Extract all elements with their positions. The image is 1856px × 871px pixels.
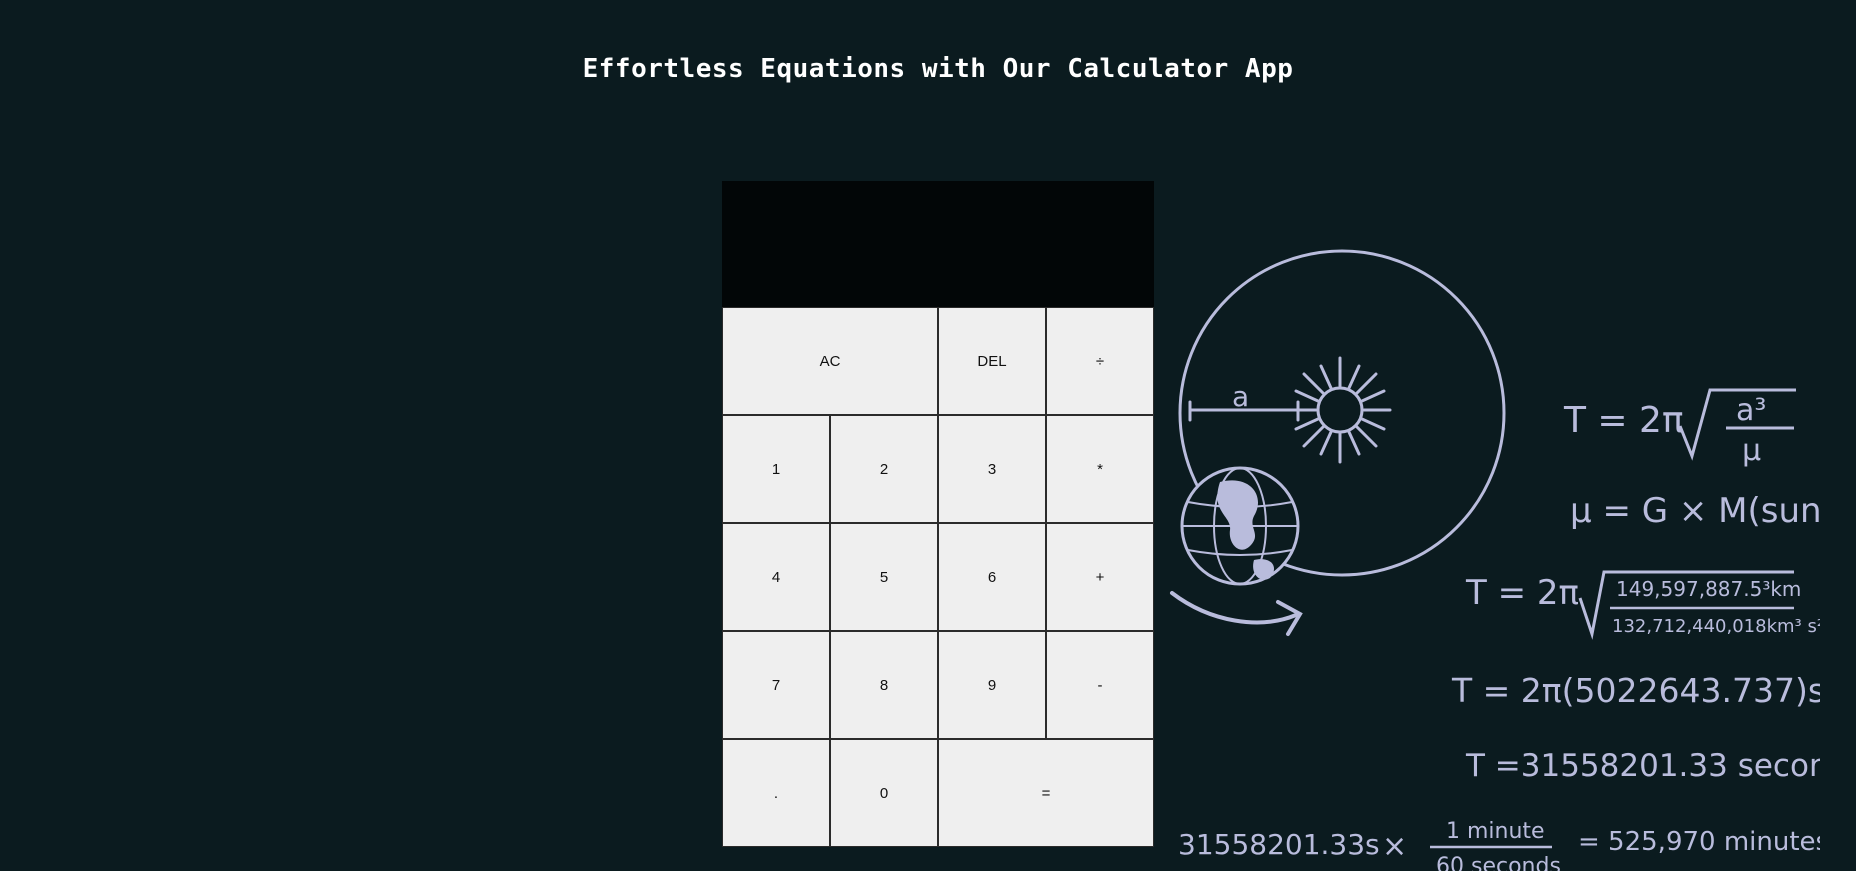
multiply-button[interactable]: * — [1046, 415, 1154, 523]
digit-9-button[interactable]: 9 — [938, 631, 1046, 739]
digit-8-button[interactable]: 8 — [830, 631, 938, 739]
equation-1-lhs: T = 2π — [1563, 400, 1684, 441]
sun-icon — [1288, 356, 1392, 464]
orbital-period-illustration: a T = 2π a³ μ μ = G × M(sun) T = 2π 149,… — [1170, 249, 1820, 871]
previous-operand — [738, 191, 1138, 217]
digit-2-button[interactable]: 2 — [830, 415, 938, 523]
equation-3-lhs: T = 2π — [1465, 573, 1579, 613]
calculator-display — [722, 181, 1154, 307]
equation-6-denominator: 60 seconds — [1436, 854, 1561, 871]
equation-6-numerator: 1 minute — [1446, 819, 1545, 844]
digit-1-button[interactable]: 1 — [722, 415, 830, 523]
equation-6-lhs: 31558201.33s — [1178, 828, 1380, 861]
orbit-label: a — [1232, 380, 1249, 413]
equation-2: μ = G × M(sun) — [1570, 491, 1820, 531]
page-title: Effortless Equations with Our Calculator… — [582, 54, 1294, 84]
current-operand — [738, 217, 1138, 267]
equation-1-numerator: a³ — [1736, 393, 1766, 428]
calculator-keypad: AC DEL ÷ 1 2 3 * 4 5 6 + 7 8 9 - . 0 = — [722, 307, 1154, 847]
equation-6-times: × — [1382, 829, 1407, 864]
digit-6-button[interactable]: 6 — [938, 523, 1046, 631]
add-button[interactable]: + — [1046, 523, 1154, 631]
digit-5-button[interactable]: 5 — [830, 523, 938, 631]
earth-globe-icon — [1180, 466, 1300, 586]
equation-3-numerator: 149,597,887.5³km — [1616, 577, 1801, 601]
subtract-button[interactable]: - — [1046, 631, 1154, 739]
decimal-button[interactable]: . — [722, 739, 830, 847]
digit-4-button[interactable]: 4 — [722, 523, 830, 631]
calculator: AC DEL ÷ 1 2 3 * 4 5 6 + 7 8 9 - . 0 = — [722, 181, 1154, 847]
delete-button[interactable]: DEL — [938, 307, 1046, 415]
digit-3-button[interactable]: 3 — [938, 415, 1046, 523]
equation-3-denominator: 132,712,440,018km³ s² — [1612, 616, 1820, 637]
digit-7-button[interactable]: 7 — [722, 631, 830, 739]
equals-button[interactable]: = — [938, 739, 1154, 847]
equation-1-denominator: μ — [1742, 433, 1761, 468]
equation-5: T =31558201.33 seconds — [1465, 748, 1820, 784]
orbit-arrow-icon — [1170, 591, 1298, 625]
all-clear-button[interactable]: AC — [722, 307, 938, 415]
equation-6-rhs: = 525,970 minutes — [1578, 827, 1820, 857]
divide-button[interactable]: ÷ — [1046, 307, 1154, 415]
digit-0-button[interactable]: 0 — [830, 739, 938, 847]
equation-4: T = 2π(5022643.737)s — [1451, 671, 1820, 710]
